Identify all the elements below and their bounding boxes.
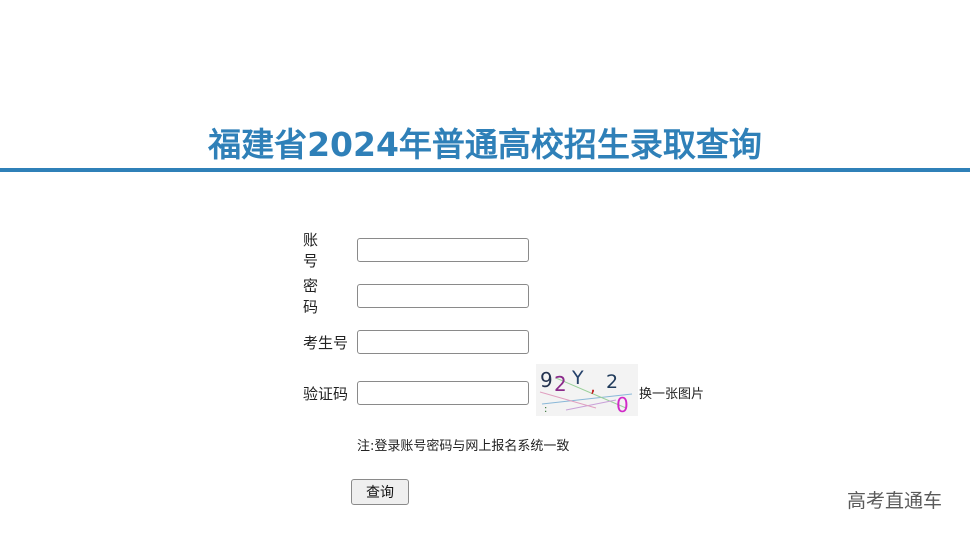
svg-text:9: 9 [540,368,553,392]
account-row: 账 号 [303,231,529,270]
query-button[interactable]: 查询 [351,479,409,505]
password-row: 密 码 [303,277,529,316]
page-title: 福建省2024年普通高校招生录取查询 [208,125,762,164]
svg-text:Y: Y [571,367,584,389]
account-input[interactable] [357,238,529,262]
password-label: 密 码 [303,277,333,316]
watermark: 高考直通车 [846,490,942,512]
exam-number-input[interactable] [357,330,529,354]
exam-number-label: 考生号 [303,333,349,352]
captcha-graphic: 9 2 Y , 2 0 : [536,364,638,417]
exam-number-row: 考生号 [303,329,529,355]
login-note: 注:登录账号密码与网上报名系统一致 [357,439,570,454]
account-label: 账 号 [303,231,333,270]
captcha-input[interactable] [357,381,529,405]
svg-text:2: 2 [554,372,567,396]
header-divider [0,168,970,172]
page: 福建省2024年普通高校招生录取查询 账 号 密 码 考生号 验证码 9 2 Y… [0,0,970,538]
captcha-image[interactable]: 9 2 Y , 2 0 : [536,364,638,417]
captcha-row: 验证码 [303,380,529,406]
svg-text::: : [544,404,547,415]
captcha-label: 验证码 [303,384,349,403]
change-captcha-link[interactable]: 换一张图片 [639,383,704,402]
svg-text:2: 2 [606,371,618,393]
svg-text:,: , [590,376,596,397]
svg-text:0: 0 [616,393,629,416]
password-input[interactable] [357,284,529,308]
